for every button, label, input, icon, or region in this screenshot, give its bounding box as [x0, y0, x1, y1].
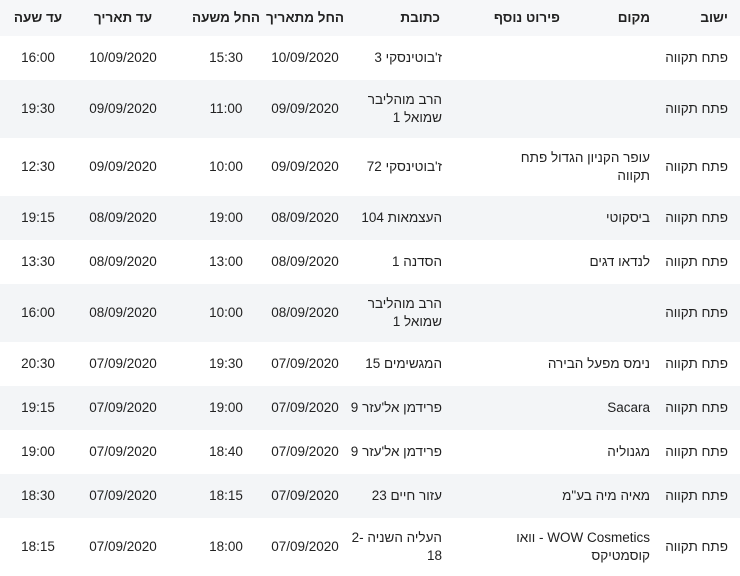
cell-extra-details [448, 80, 568, 138]
cell-city: פתח תקווה [665, 50, 728, 65]
cell-to-time: 19:30 [21, 101, 55, 116]
cell-city: פתח תקווה [665, 210, 728, 225]
cell-to-time: 18:30 [21, 488, 55, 503]
cell-to-date: 08/09/2020 [89, 210, 157, 225]
cell-from-date: 09/09/2020 [271, 101, 339, 116]
header-from-time[interactable]: החל משעה [190, 0, 262, 36]
cell-to-date: 07/09/2020 [89, 539, 157, 554]
header-from-date[interactable]: החל מתאריך [262, 0, 348, 36]
cell-to-time: 19:15 [21, 400, 55, 415]
cell-address: ז'בוטינסקי 72 [366, 159, 442, 174]
cell-from-time: 15:30 [209, 50, 243, 65]
cell-extra-details [448, 386, 568, 430]
cell-to-time: 18:15 [21, 539, 55, 554]
table-row: פתח תקווה ז'בוטינסקי 3 10/09/2020 15:30 10/0… [0, 36, 740, 80]
table-row: פתח תקווה מגנוליה פרידמן אל'עזר 9 07/09/202… [0, 430, 740, 474]
cell-from-date: 07/09/2020 [271, 539, 339, 554]
header-city[interactable]: ישוב [654, 0, 740, 36]
cell-to-time: 16:00 [21, 305, 55, 320]
cell-from-time: 18:15 [209, 488, 243, 503]
cell-city: פתח תקווה [665, 356, 728, 371]
cell-from-time: 10:00 [209, 305, 243, 320]
cell-address: העליה השניה 2-18 [351, 530, 442, 563]
cell-address: פרידמן אל'עזר 9 [350, 400, 442, 415]
table-row: פתח תקווה עופר הקניון הגדול פתח תקווה ז'בו… [0, 138, 740, 196]
cell-city: פתח תקווה [665, 400, 728, 415]
header-to-date[interactable]: עד תאריך [76, 0, 170, 36]
table-row: פתח תקווה הרב מוהליבר שמואל 1 08/09/2020 10… [0, 284, 740, 342]
cell-extra-details [448, 518, 568, 576]
cell-address: פרידמן אל'עזר 9 [350, 444, 442, 459]
table-body: פתח תקווה ז'בוטינסקי 3 10/09/2020 15:30 10/0… [0, 36, 740, 576]
cell-to-time: 20:30 [21, 356, 55, 371]
cell-from-time: 19:30 [209, 356, 243, 371]
cell-from-date: 09/09/2020 [271, 159, 339, 174]
cell-extra-details [448, 240, 568, 284]
cell-city: פתח תקווה [665, 101, 728, 116]
cell-city: פתח תקווה [665, 159, 728, 174]
cell-to-date: 09/09/2020 [89, 159, 157, 174]
cell-city: פתח תקווה [665, 305, 728, 320]
table-row: פתח תקווה נימס מפעל הבירה המגשימים 15 07/09… [0, 342, 740, 386]
cell-from-time: 13:00 [209, 254, 243, 269]
cell-to-time: 12:30 [21, 159, 55, 174]
cell-from-date: 07/09/2020 [271, 444, 339, 459]
cell-extra-details [448, 36, 568, 80]
cell-to-date: 07/09/2020 [89, 400, 157, 415]
cell-to-time: 19:15 [21, 210, 55, 225]
cell-to-time: 13:30 [21, 254, 55, 269]
table-row: פתח תקווה מאיה מיה בע"מ עזור חיים 23 07/09/… [0, 474, 740, 518]
cell-extra-details [448, 430, 568, 474]
table-row: פתח תקווה WOW Cosmetics - וואו קוסמטיקס הע… [0, 518, 740, 576]
cell-from-time: 18:00 [209, 539, 243, 554]
cell-to-date: 07/09/2020 [89, 488, 157, 503]
cell-from-date: 07/09/2020 [271, 356, 339, 371]
cell-extra-details [448, 284, 568, 342]
cell-extra-details [448, 342, 568, 386]
header-extra-details[interactable]: פירוט נוסף [430, 0, 570, 36]
cell-to-time: 19:00 [21, 444, 55, 459]
cell-address: ז'בוטינסקי 3 [374, 50, 442, 65]
cell-from-date: 07/09/2020 [271, 488, 339, 503]
cell-from-date: 08/09/2020 [271, 254, 339, 269]
cell-extra-details [448, 138, 568, 196]
cell-from-time: 11:00 [209, 101, 243, 116]
header-to-time[interactable]: עד שעה [0, 0, 76, 36]
cell-from-date: 08/09/2020 [271, 210, 339, 225]
cell-city: פתח תקווה [665, 444, 728, 459]
cell-to-date: 08/09/2020 [89, 254, 157, 269]
cell-extra-details [448, 196, 568, 240]
table-row: פתח תקווה Sacara פרידמן אל'עזר 9 07/09/2020… [0, 386, 740, 430]
cell-to-date: 09/09/2020 [89, 101, 157, 116]
cell-from-time: 19:00 [209, 210, 243, 225]
cell-to-date: 07/09/2020 [89, 356, 157, 371]
cell-address: הסדנה 1 [392, 254, 442, 269]
table-header: ישוב מקום פירוט נוסף כתובת החל מתאריך הח… [0, 0, 740, 36]
exposure-locations-table: ישוב מקום פירוט נוסף כתובת החל מתאריך הח… [0, 0, 740, 576]
cell-address: הרב מוהליבר שמואל 1 [367, 92, 442, 125]
cell-address: עזור חיים 23 [371, 488, 442, 503]
cell-city: פתח תקווה [665, 488, 728, 503]
table-row: פתח תקווה ביסקוטי העצמאות 104 08/09/2020 19:… [0, 196, 740, 240]
cell-address: העצמאות 104 [361, 210, 442, 225]
cell-from-date: 10/09/2020 [271, 50, 339, 65]
cell-to-time: 16:00 [21, 50, 55, 65]
table-row: פתח תקווה הרב מוהליבר שמואל 1 09/09/2020 11… [0, 80, 740, 138]
cell-to-date: 10/09/2020 [89, 50, 157, 65]
cell-city: פתח תקווה [665, 539, 728, 554]
cell-city: פתח תקווה [665, 254, 728, 269]
cell-from-time: 18:40 [209, 444, 243, 459]
cell-extra-details [448, 474, 568, 518]
cell-to-date: 07/09/2020 [89, 444, 157, 459]
cell-from-time: 19:00 [209, 400, 243, 415]
table-row: פתח תקווה לנדאו דגים הסדנה 1 08/09/2020 13:0… [0, 240, 740, 284]
cell-address: המגשימים 15 [365, 356, 442, 371]
cell-from-date: 07/09/2020 [271, 400, 339, 415]
cell-to-date: 08/09/2020 [89, 305, 157, 320]
cell-address: הרב מוהליבר שמואל 1 [367, 296, 442, 329]
header-address[interactable]: כתובת [348, 0, 448, 36]
cell-from-time: 10:00 [209, 159, 243, 174]
cell-from-date: 08/09/2020 [271, 305, 339, 320]
